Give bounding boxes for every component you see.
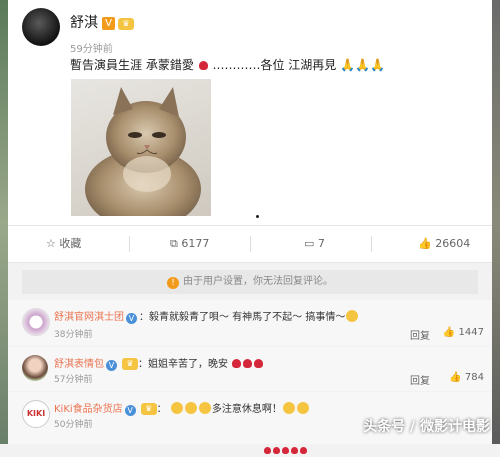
verified-badge-icon: V bbox=[102, 17, 115, 30]
like-count: 26604 bbox=[435, 237, 471, 250]
post-action-bar: ☆ 收藏 ⧉ 6177 ▭ 7 👍 26604 bbox=[8, 225, 492, 263]
verified-badge-icon: V bbox=[106, 360, 117, 371]
comment-body: 舒淇官网淇士团 V ：毅青就毅青了唄～ 有神馬了不起～ 搞事情～ bbox=[54, 308, 359, 324]
verified-badge-icon: V bbox=[126, 313, 137, 324]
post-text-tail: …………各位 江湖再見 bbox=[212, 58, 337, 72]
action-divider bbox=[129, 236, 130, 252]
emoji-icon bbox=[198, 402, 211, 414]
action-divider bbox=[250, 236, 251, 252]
commenter-name[interactable]: KiKi食品杂货店 bbox=[54, 404, 123, 415]
repost-button[interactable]: ⧉ 6177 bbox=[170, 226, 209, 262]
comment-like-count: 784 bbox=[464, 372, 484, 383]
comment-time: 50分钟前 bbox=[54, 420, 93, 430]
comment-separator: ： bbox=[156, 404, 167, 415]
post-text-main: 暫告演員生涯 承蒙錯愛 bbox=[70, 58, 194, 72]
rose-icon bbox=[273, 447, 280, 454]
author-line: 舒淇 V ♛ bbox=[70, 12, 134, 32]
comment-text: ：姐姐辛苦了，晚安 bbox=[138, 359, 228, 370]
thumbs-up-icon: 👍 bbox=[442, 327, 456, 338]
watermark: 头条号 / 微影计电影 bbox=[363, 419, 490, 435]
emoji-icon bbox=[184, 402, 197, 414]
rose-icon bbox=[198, 61, 208, 70]
emoji-icon bbox=[296, 402, 309, 414]
comment-like-button[interactable]: 👍 1447 bbox=[443, 327, 484, 338]
notice-text: 由于用户设置，你无法回复评论。 bbox=[183, 276, 333, 287]
commenter-name[interactable]: 舒淇官网淇士团 bbox=[54, 312, 124, 323]
rose-icon bbox=[232, 359, 242, 368]
post-time: 59分钟前 bbox=[70, 44, 113, 55]
comment-item: 舒淇表情包 V ♛ ：姐姐辛苦了，晚安 57分钟前 回复 👍 784 bbox=[8, 347, 492, 391]
vip-badge-icon: ♛ bbox=[122, 358, 138, 370]
thumbs-up-icon: 👍 bbox=[449, 372, 462, 383]
reply-button[interactable]: 回复 bbox=[410, 372, 430, 387]
comment-body: 舒淇表情包 V ♛ ：姐姐辛苦了，晚安 bbox=[54, 355, 264, 371]
comment-body: KiKi食品杂货店 V ♛： 多注意休息啊！ bbox=[54, 400, 310, 416]
action-divider bbox=[371, 236, 372, 252]
repost-count: 6177 bbox=[181, 237, 210, 250]
laughing-emoji-icon bbox=[346, 310, 359, 322]
author-name[interactable]: 舒淇 bbox=[70, 15, 98, 31]
commenter-avatar[interactable]: KIKI bbox=[22, 400, 50, 428]
vip-badge-icon: ♛ bbox=[118, 18, 134, 30]
reply-disabled-notice: ! 由于用户设置，你无法回复评论。 bbox=[22, 270, 478, 294]
commenter-avatar[interactable] bbox=[22, 308, 50, 336]
weibo-post: 舒淇 V ♛ 59分钟前 暫告演員生涯 承蒙錯愛 …………各位 江湖再見 🙏🙏🙏 bbox=[8, 0, 492, 225]
cat-illustration bbox=[85, 87, 201, 216]
reply-button[interactable]: 回复 bbox=[410, 327, 430, 342]
rose-icon bbox=[243, 359, 253, 368]
comment-like-button[interactable]: 👍 784 bbox=[449, 372, 484, 383]
partial-rose-row bbox=[263, 438, 308, 457]
favorite-button[interactable]: ☆ 收藏 bbox=[46, 226, 81, 262]
photo-frame-right bbox=[492, 0, 500, 444]
comment-count: 7 bbox=[317, 237, 325, 250]
comment-icon: ▭ bbox=[304, 237, 315, 250]
comment-item: 舒淇官网淇士团 V ：毅青就毅青了唄～ 有神馬了不起～ 搞事情～ 38分钟前 回复 … bbox=[8, 300, 492, 346]
comment-time: 38分钟前 bbox=[54, 330, 93, 340]
post-photo[interactable] bbox=[71, 79, 211, 216]
alert-icon: ! bbox=[167, 277, 179, 289]
rose-icon bbox=[254, 359, 264, 368]
comment-like-count: 1447 bbox=[458, 327, 484, 338]
rose-icon bbox=[264, 447, 271, 454]
favorite-label: 收藏 bbox=[59, 237, 82, 250]
commenter-name[interactable]: 舒淇表情包 bbox=[54, 359, 104, 370]
comment-text: ：毅青就毅青了唄～ 有神馬了不起～ 搞事情～ bbox=[139, 312, 346, 323]
emoji-icon bbox=[282, 402, 295, 414]
vip-badge-icon: ♛ bbox=[140, 403, 157, 415]
post-content: 暫告演員生涯 承蒙錯愛 …………各位 江湖再見 🙏🙏🙏 bbox=[70, 56, 385, 73]
thumbs-up-icon: 👍 bbox=[418, 237, 432, 250]
comment-text: 多注意休息啊！ bbox=[211, 404, 282, 415]
author-avatar[interactable] bbox=[22, 8, 60, 46]
repost-icon: ⧉ bbox=[170, 237, 178, 250]
page-indicator-dot bbox=[256, 215, 259, 218]
photo-frame-left bbox=[0, 0, 8, 444]
commenter-avatar[interactable] bbox=[22, 355, 48, 381]
verified-badge-icon: V bbox=[124, 405, 136, 416]
emoji-icon bbox=[170, 402, 183, 414]
comment-button[interactable]: ▭ 7 bbox=[304, 226, 325, 262]
comment-time: 57分钟前 bbox=[54, 375, 93, 385]
rose-icon bbox=[300, 447, 307, 454]
star-icon: ☆ bbox=[46, 237, 56, 250]
rose-icon bbox=[282, 447, 289, 454]
rose-icon bbox=[291, 447, 298, 454]
like-button[interactable]: 👍 26604 bbox=[418, 226, 470, 262]
folded-hands-icon: 🙏🙏🙏 bbox=[340, 58, 385, 72]
